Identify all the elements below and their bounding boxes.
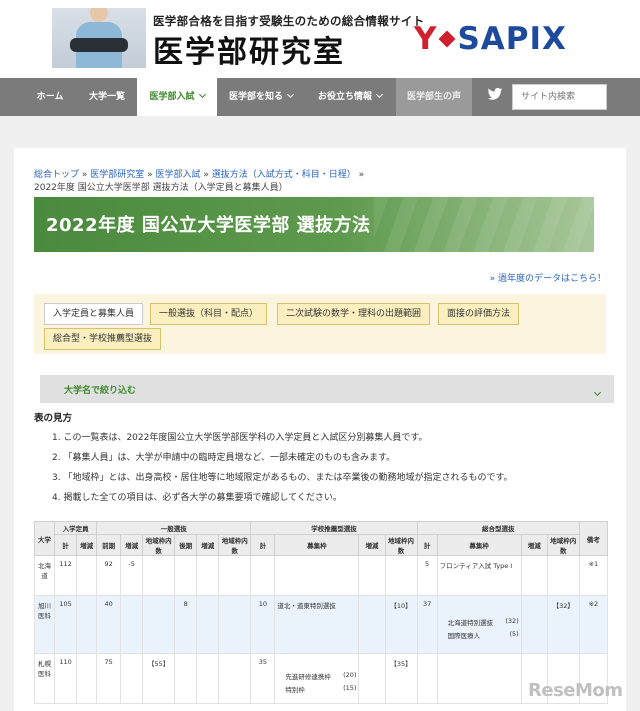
filter-label: 大学名で絞り込む <box>64 386 137 396</box>
sub-frame: 先進研修連携枠 (20) <box>285 671 357 681</box>
resemom-watermark: ReseMom <box>528 680 623 701</box>
breadcrumb: 総合トップ » 医学部研究室 » 医学部入試 » 選抜方法（入試方式・科目・日程… <box>34 170 365 193</box>
col-header: 計 <box>416 534 438 556</box>
chevron-down-icon <box>375 90 384 99</box>
nav-about[interactable]: 医学部を知る <box>220 78 302 116</box>
col-header: 増減 <box>76 534 98 556</box>
section-tabs: 入学定員と募集人員 一般選抜（科目・配点） 二次試験の数学・理科の出題範囲 面接… <box>34 294 606 354</box>
breadcrumb-link[interactable]: 医学部研究室 <box>90 170 144 180</box>
col-header: 増減 <box>120 534 144 556</box>
col-comprehensive: 総合型選抜 <box>416 521 580 535</box>
chevron-down-icon <box>286 90 295 99</box>
table-row: 札幌医科 110 75 【55】 35 先進研修連携枠 (20) 特別枠 (15) <box>33 653 609 704</box>
page-title: 2022年度 国公立大学医学部 選抜方法 <box>46 215 371 236</box>
doctor-photo <box>52 8 146 68</box>
table-row: 旭川医科 105 40 8 10 道北・道東特別選抜 【10】 37 北海道特別… <box>33 595 609 654</box>
col-header: 募集枠 <box>274 534 360 556</box>
twitter-icon[interactable] <box>487 86 503 102</box>
howto-notes: 1. この一覧表は、2022年度国公立大学医学部医学科の入学定員と入試区分別募集… <box>52 428 602 508</box>
nav-exam[interactable]: 医学部入試 <box>137 78 217 116</box>
col-header: 計 <box>250 534 276 556</box>
page-title-banner: 2022年度 国公立大学医学部 選抜方法 <box>34 197 594 252</box>
past-data-link[interactable]: » 過年度のデータはこちら！ <box>490 271 606 284</box>
breadcrumb-link[interactable]: 選抜方法（入試方式・科目・日程） <box>212 170 356 180</box>
col-header: 増減 <box>358 534 386 556</box>
col-header: 増減 <box>520 534 548 556</box>
col-header: 増減 <box>196 534 220 556</box>
chevron-down-icon <box>198 90 206 99</box>
sub-frame: 国際医療人 (5) <box>447 630 519 640</box>
content-card: 総合トップ » 医学部研究室 » 医学部入試 » 選抜方法（入試方式・科目・日程… <box>14 148 626 711</box>
sub-frame: 特別枠 (15) <box>285 684 357 694</box>
site-search-input[interactable] <box>512 84 607 110</box>
chevron-down-icon <box>593 382 602 401</box>
breadcrumb-link[interactable]: 医学部入試 <box>156 170 201 180</box>
howto-title: 表の見方 <box>34 413 73 424</box>
note-item: 4. 掲載した全ての項目は、必ず各大学の募集要項で確認してください。 <box>52 493 342 503</box>
nav-student-voice[interactable]: 医学部生の声 <box>396 78 472 116</box>
diamond-icon <box>438 30 456 48</box>
col-header: 地域枠内数 <box>546 534 580 556</box>
col-header: 募集枠 <box>436 534 522 556</box>
tab-capacity[interactable]: 入学定員と募集人員 <box>44 303 144 325</box>
breadcrumb-link[interactable]: 総合トップ <box>34 170 79 180</box>
tab-second-exam-range[interactable]: 二次試験の数学・理科の出題範囲 <box>277 303 431 325</box>
col-header: 後期 <box>174 534 198 556</box>
col-header: 計 <box>54 534 78 556</box>
note-item: 1. この一覧表は、2022年度国公立大学医学部医学科の入学定員と入試区分別募集… <box>52 433 428 443</box>
nav-university-list[interactable]: 大学一覧 <box>78 78 136 116</box>
col-note: 備考 <box>578 521 609 556</box>
nav-useful-info[interactable]: お役立ち情報 <box>308 78 392 116</box>
site-logo-title[interactable]: 医学部研究室 <box>153 27 345 71</box>
tab-comprehensive[interactable]: 総合型・学校推薦型選抜 <box>44 328 162 350</box>
university-filter-toggle[interactable]: 大学名で絞り込む <box>40 375 614 403</box>
sub-frame: 北海道特別選抜 (32) <box>447 617 519 627</box>
capacity-table: 大学 入学定員 一般選抜 学校推薦型選抜 総合型選抜 備考 計 増減 前期 増減… <box>33 521 609 704</box>
note-item: 3. 「地域枠」とは、出身高校・居住地等に地域限定があるもの、または卒業後の勤務… <box>52 473 513 483</box>
note-item: 2. 「募集人員」は、大学が申請中の臨時定員増など、一部未確定のものも含みます。 <box>52 453 396 463</box>
tab-interview[interactable]: 面接の評価方法 <box>438 303 520 325</box>
col-recommendation: 学校推薦型選抜 <box>250 521 418 535</box>
col-general: 一般選抜 <box>96 521 252 535</box>
nav-home[interactable]: ホーム <box>22 78 78 116</box>
site-header: 医学部合格を目指す受験生のための総合情報サイト 医学部研究室 Y SAPIX <box>0 0 640 78</box>
table-row: 北海道 112 92 -5 5 フロンティア入試 Type I ※1 <box>33 555 609 596</box>
tab-general-exam[interactable]: 一般選抜（科目・配点） <box>150 303 268 325</box>
col-header: 前期 <box>96 534 122 556</box>
col-university: 大学 <box>33 521 56 556</box>
col-capacity: 入学定員 <box>54 521 98 535</box>
sapix-logo[interactable]: Y SAPIX <box>414 21 567 57</box>
col-header: 地域枠内数 <box>218 534 252 556</box>
breadcrumb-current: 2022年度 国公立大学医学部 選抜方法（入学定員と募集人員） <box>34 183 288 193</box>
col-header: 地域枠内数 <box>142 534 176 556</box>
col-header: 地域枠内数 <box>384 534 418 556</box>
